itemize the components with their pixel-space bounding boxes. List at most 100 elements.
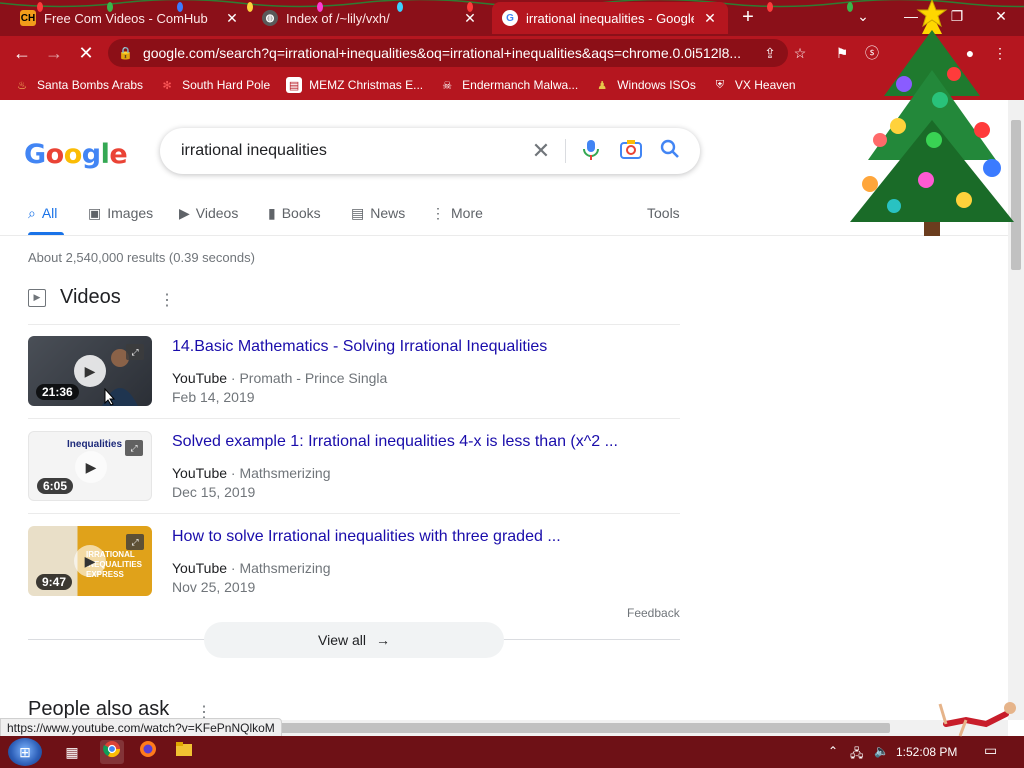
bookmark-label: South Hard Pole: [182, 78, 271, 92]
share-icon[interactable]: ⇪: [760, 43, 780, 63]
view-all-label: View all: [318, 632, 366, 648]
stop-loading-icon[interactable]: ✕: [74, 41, 98, 65]
video-thumbnail[interactable]: IRRATIONAL INEQUALITIES EXPRESS ▶ ⤢ 9:47: [28, 526, 152, 596]
google-favicon: G: [502, 10, 518, 26]
show-hidden-icons-icon[interactable]: ⌃: [828, 744, 838, 758]
video-result[interactable]: Inequalities ▶ ⤢ 6:05 Solved example 1: …: [28, 431, 680, 511]
tab-videos[interactable]: ▶ Videos: [179, 197, 238, 235]
tab-index-of[interactable]: ◍ Index of /~lily/vxh/ ✕: [252, 2, 488, 34]
news-icon: ▤: [351, 205, 365, 221]
bookmark-item[interactable]: ♨ Santa Bombs Arabs: [0, 72, 151, 98]
tab-news[interactable]: ▤ News: [351, 197, 405, 235]
expand-icon: ⤢: [126, 344, 144, 360]
network-icon[interactable]: 🖧: [850, 744, 863, 765]
tab-title: irrational inequalities - Google Se: [526, 10, 694, 26]
tab-title: Index of /~lily/vxh/: [286, 10, 390, 26]
expand-icon: ⤢: [125, 440, 143, 456]
google-logo[interactable]: Google: [24, 139, 128, 170]
close-tab-icon[interactable]: ✕: [702, 10, 718, 27]
search-box[interactable]: irrational inequalities ✕: [160, 128, 700, 174]
divider: [28, 513, 680, 514]
file-explorer-icon[interactable]: [172, 740, 196, 764]
video-section-icon: ▶: [28, 288, 46, 307]
video-result[interactable]: ▶ ⤢ 21:36 14.Basic Mathematics - Solving…: [28, 336, 680, 416]
videos-section-header: ▶ Videos: [28, 286, 121, 309]
close-tab-icon[interactable]: ✕: [224, 10, 240, 27]
search-icon[interactable]: [658, 139, 682, 163]
tab-google-search[interactable]: G irrational inequalities - Google Se ✕: [492, 2, 728, 34]
system-clock[interactable]: 1:52:08 PM: [896, 745, 957, 759]
person-icon: ♟: [597, 79, 608, 92]
tab-all[interactable]: ⌕ All: [28, 197, 64, 235]
bookmark-item[interactable]: ▤ MEMZ Christmas E...: [278, 72, 431, 98]
voice-search-icon[interactable]: [579, 139, 603, 163]
bookmark-label: Santa Bombs Arabs: [37, 78, 144, 92]
close-tab-icon[interactable]: ✕: [462, 10, 478, 27]
search-icon: ⌕: [28, 205, 36, 221]
video-title-link[interactable]: 14.Basic Mathematics - Solving Irrationa…: [172, 338, 547, 356]
mouse-cursor-icon: [104, 388, 116, 406]
video-date: Dec 15, 2019: [172, 484, 256, 500]
video-title-link[interactable]: How to solve Irrational inequalities wit…: [172, 528, 561, 546]
task-view-icon[interactable]: ▦: [60, 740, 84, 764]
search-tabs: ⌕ All ▣ Images ▶ Videos ▮ Books ▤ News ⋮ More: [28, 197, 688, 235]
tab-books[interactable]: ▮ Books: [268, 197, 321, 235]
image-icon: ▣: [88, 205, 102, 221]
bookmark-label: MEMZ Christmas E...: [309, 78, 424, 92]
back-arrow-icon[interactable]: ←: [10, 41, 34, 65]
bookmark-item[interactable]: ⛨ VX Heaven: [704, 72, 804, 98]
flame-icon: ♨: [17, 79, 27, 92]
scrollbar-thumb[interactable]: [280, 723, 890, 733]
address-bar[interactable]: 🔒 google.com/search?q=irrational+inequal…: [108, 39, 788, 67]
play-icon: ▶: [74, 355, 106, 387]
camera-search-icon[interactable]: [619, 139, 643, 163]
video-source: YouTube · Promath - Prince Singla: [172, 370, 388, 386]
status-url-tooltip: https://www.youtube.com/watch?v=KFePnNQl…: [0, 718, 282, 738]
notifications-icon[interactable]: ▭: [984, 742, 997, 759]
bookmark-item[interactable]: ☠ Endermanch Malwa...: [431, 72, 586, 98]
view-all-button[interactable]: View all →: [204, 622, 504, 658]
bookmark-star-icon[interactable]: ☆: [790, 43, 810, 63]
thumbnail-text: Inequalities: [67, 439, 123, 450]
forward-arrow-icon[interactable]: →: [42, 41, 66, 65]
arrow-right-icon: →: [376, 632, 390, 648]
firefox-taskbar-icon[interactable]: [136, 740, 160, 764]
bookmark-item[interactable]: ✻ South Hard Pole: [151, 72, 278, 98]
start-button[interactable]: ⊞: [8, 738, 42, 766]
shield-icon: ⛨: [715, 78, 725, 91]
address-url[interactable]: google.com/search?q=irrational+inequalit…: [143, 45, 743, 61]
tab-more[interactable]: ⋮ More: [431, 197, 483, 235]
divider: [28, 324, 680, 325]
christmas-tree-overlay: [850, 0, 1014, 236]
video-source: YouTube · Mathsmerizing: [172, 560, 331, 576]
bookmark-label: Windows ISOs: [617, 78, 696, 92]
search-input[interactable]: irrational inequalities: [181, 142, 327, 160]
video-thumbnail[interactable]: Inequalities ▶ ⤢ 6:05: [28, 431, 152, 501]
play-icon: ▶: [75, 451, 107, 483]
new-tab-button[interactable]: +: [738, 6, 758, 28]
video-duration: 21:36: [36, 384, 79, 400]
expand-icon: ⤢: [126, 534, 144, 550]
chrome-taskbar-icon[interactable]: [100, 740, 124, 764]
tab-title: Free Com Videos - ComHub: [44, 10, 208, 26]
video-date: Nov 25, 2019: [172, 579, 256, 595]
video-result[interactable]: IRRATIONAL INEQUALITIES EXPRESS ▶ ⤢ 9:47…: [28, 526, 680, 606]
tab-comhub[interactable]: CH Free Com Videos - ComHub ✕: [10, 2, 250, 34]
bookmark-item[interactable]: ♟ Windows ISOs: [586, 72, 704, 98]
divider: [28, 418, 680, 419]
video-date: Feb 14, 2019: [172, 389, 255, 405]
video-thumbnail[interactable]: ▶ ⤢ 21:36: [28, 336, 152, 406]
tools-button[interactable]: Tools: [647, 205, 680, 221]
tab-images[interactable]: ▣ Images: [88, 197, 153, 235]
video-duration: 6:05: [37, 478, 74, 494]
search-divider: [565, 139, 566, 163]
feedback-link[interactable]: Feedback: [627, 606, 680, 620]
video-title-link[interactable]: Solved example 1: Irrational inequalitie…: [172, 433, 618, 451]
clear-search-icon[interactable]: ✕: [529, 139, 553, 163]
videos-more-options-icon[interactable]: ⋮: [159, 290, 175, 310]
book-icon: ▮: [268, 205, 276, 221]
video-source: YouTube · Mathsmerizing: [172, 465, 331, 481]
windows-taskbar: ⊞ ▦ ⌃ 🖧 🔈 1:52:08 PM ▭: [0, 736, 1024, 768]
bookmark-label: VX Heaven: [734, 78, 796, 92]
volume-icon[interactable]: 🔈: [874, 744, 889, 758]
